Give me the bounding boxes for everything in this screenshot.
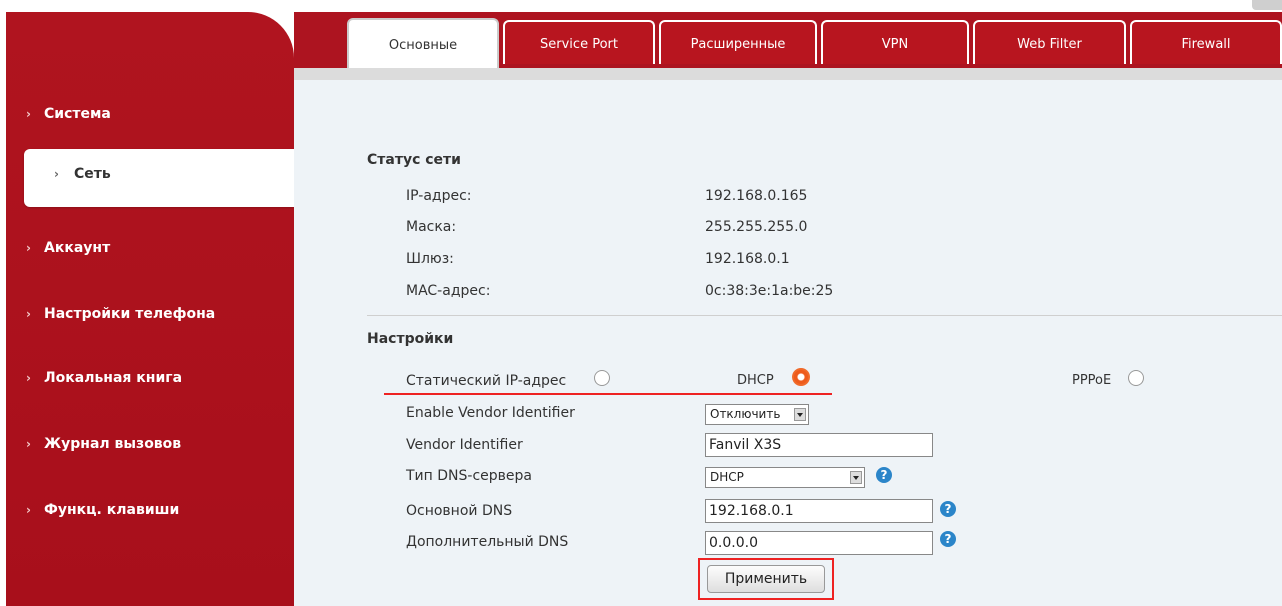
sidebar-item-system[interactable]: › Система xyxy=(26,102,111,126)
help-icon-secondary-dns[interactable]: ? xyxy=(940,531,956,547)
netmask-value: 255.255.255.0 xyxy=(705,219,808,235)
sidebar-item-network-label: › Сеть xyxy=(54,166,111,182)
sidebar-item-phonebook[interactable]: › Локальная книга xyxy=(26,366,182,390)
highlight-underline xyxy=(384,393,832,395)
sidebar-item-label: Система xyxy=(44,106,111,122)
sidebar-item-phone-settings[interactable]: › Настройки телефона xyxy=(26,302,215,326)
mac-address-value: 0c:38:3e:1a:be:25 xyxy=(705,283,834,299)
dropdown-arrow-icon xyxy=(850,471,862,484)
sidebar-item-label: Журнал вызовов xyxy=(44,436,182,452)
sidebar-item-label: Настройки телефона xyxy=(44,306,216,322)
gateway-label: Шлюз: xyxy=(406,251,454,267)
vendor-identifier-input[interactable]: Fanvil X3S xyxy=(705,433,933,457)
section-title-network-status: Статус сети xyxy=(367,152,461,168)
dropdown-arrow-icon xyxy=(794,408,806,421)
apply-button[interactable]: Применить xyxy=(707,565,825,593)
enable-vendor-identifier-value: Отключить xyxy=(710,407,781,421)
enable-vendor-identifier-select[interactable]: Отключить xyxy=(705,404,809,425)
sidebar-item-call-log[interactable]: › Журнал вызовов xyxy=(26,432,181,456)
sidebar-item-account[interactable]: › Аккаунт xyxy=(26,236,110,260)
ip-address-label: IP-адрес: xyxy=(406,188,472,204)
chevron-right-icon: › xyxy=(26,107,31,121)
tab-advanced[interactable]: Расширенные xyxy=(659,20,817,64)
gateway-value: 192.168.0.1 xyxy=(705,251,790,267)
secondary-dns-label: Дополнительный DNS xyxy=(406,534,569,550)
sidebar-item-network[interactable]: › Сеть xyxy=(24,149,294,207)
chevron-right-icon: › xyxy=(26,437,31,451)
sidebar: › Система › Аккаунт › Настройки телефона › Л… xyxy=(6,12,294,606)
mac-address-label: MAC-адрес: xyxy=(406,283,491,299)
sidebar-item-function-keys[interactable]: › Функц. клавиши xyxy=(26,498,179,522)
dns-type-value: DHCP xyxy=(710,470,744,484)
section-divider xyxy=(367,315,1282,316)
chevron-right-icon: › xyxy=(26,503,31,517)
tab-vpn[interactable]: VPN xyxy=(821,20,969,64)
tab-firewall[interactable]: Firewall xyxy=(1130,20,1282,64)
static-ip-radio[interactable] xyxy=(594,370,610,386)
dhcp-label: DHCP xyxy=(737,373,774,388)
vendor-identifier-label: Vendor Identifier xyxy=(406,437,523,453)
help-icon-dns-type[interactable]: ? xyxy=(876,467,892,483)
help-icon-primary-dns[interactable]: ? xyxy=(940,501,956,517)
window-corner xyxy=(1252,0,1282,10)
sidebar-item-label: Функц. клавиши xyxy=(44,502,180,518)
tab-service-port[interactable]: Service Port xyxy=(503,20,655,64)
sidebar-item-label: Сеть xyxy=(74,166,111,182)
pppoe-radio[interactable] xyxy=(1128,370,1144,386)
pppoe-label: PPPoE xyxy=(1072,373,1112,388)
sidebar-item-label: Локальная книга xyxy=(44,370,183,386)
tab-web-filter[interactable]: Web Filter xyxy=(973,20,1126,64)
dns-type-select[interactable]: DHCP xyxy=(705,467,865,488)
chevron-right-icon: › xyxy=(26,307,31,321)
section-title-settings: Настройки xyxy=(367,331,454,347)
chevron-right-icon: › xyxy=(26,371,31,385)
ip-address-value: 192.168.0.165 xyxy=(705,188,808,204)
secondary-dns-input[interactable]: 0.0.0.0 xyxy=(705,531,933,555)
chevron-right-icon: › xyxy=(54,167,59,181)
dns-type-label: Тип DNS-сервера xyxy=(406,468,532,484)
chevron-right-icon: › xyxy=(26,241,31,255)
sidebar-item-label: Аккаунт xyxy=(44,240,111,256)
tab-basic[interactable]: Основные xyxy=(347,18,499,68)
dhcp-radio[interactable] xyxy=(792,368,810,386)
netmask-label: Маска: xyxy=(406,219,457,235)
window-top-strip xyxy=(0,0,1282,12)
enable-vendor-identifier-label: Enable Vendor Identifier xyxy=(406,405,575,421)
primary-dns-input[interactable]: 192.168.0.1 xyxy=(705,499,933,523)
primary-dns-label: Основной DNS xyxy=(406,503,513,519)
static-ip-label: Статический IP-адрес xyxy=(406,373,567,389)
